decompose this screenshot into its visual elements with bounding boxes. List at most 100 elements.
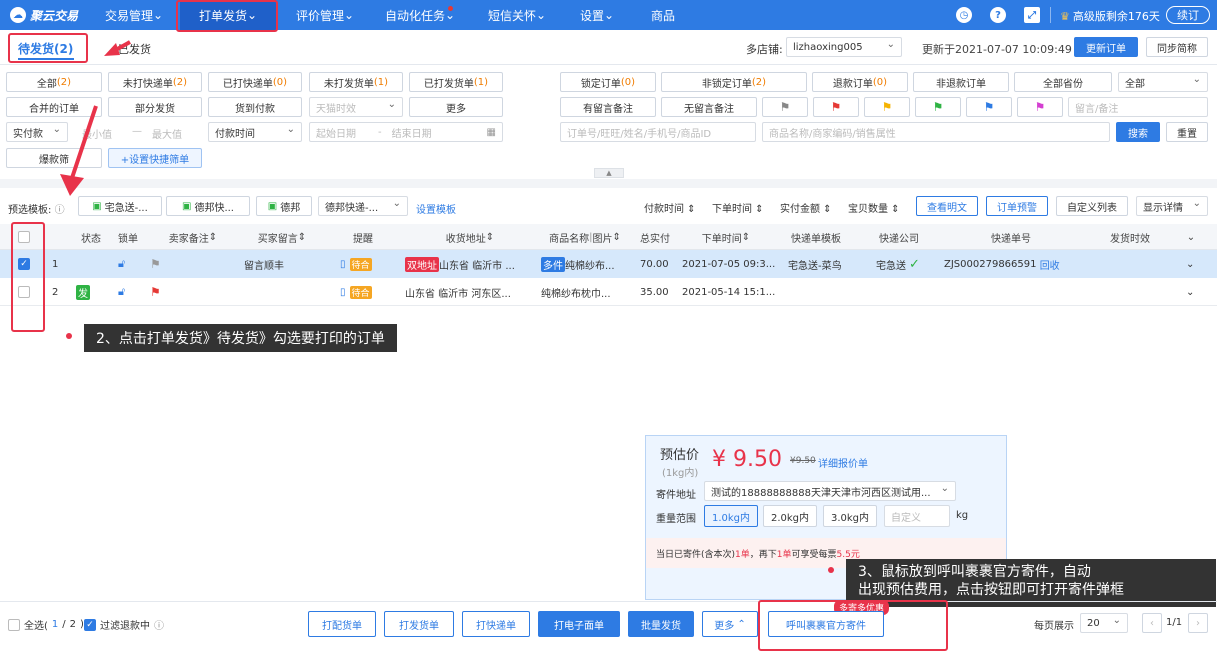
- flag-icon[interactable]: ⚑: [150, 252, 161, 276]
- chevron-down-icon[interactable]: ⌄: [1186, 280, 1194, 304]
- template-select[interactable]: 德邦快递-...: [318, 196, 408, 216]
- filter-unlocked[interactable]: 非锁定订单 (2): [661, 72, 807, 92]
- col-address[interactable]: 收货地址 ⇕: [402, 224, 538, 250]
- filter-has-remark[interactable]: 有留言备注: [560, 97, 656, 117]
- flag-gray[interactable]: ⚑: [762, 97, 808, 117]
- filter-no-remark[interactable]: 无留言备注: [661, 97, 757, 117]
- flag-red[interactable]: ⚑: [813, 97, 859, 117]
- select-all-footer[interactable]: 全选(1/2): [8, 617, 84, 632]
- flag-yellow[interactable]: ⚑: [864, 97, 910, 117]
- nav-sms[interactable]: 短信关怀 ⌄: [480, 0, 554, 30]
- filter-more[interactable]: 更多: [409, 97, 503, 117]
- address-cell: 山东省 临沂市 河东区...: [405, 288, 511, 300]
- table-row[interactable]: 2 发 🔓︎ ⚑ ▯ 待合 山东省 临沂市 河东区... 纯棉纱布枕巾... 35…: [0, 278, 1217, 306]
- sort-amount[interactable]: 实付金额 ⇕: [780, 200, 832, 215]
- collapse-toggle[interactable]: ▲: [594, 168, 624, 178]
- sort-pay-time[interactable]: 付款时间 ⇕: [644, 200, 696, 215]
- filter-unprinted-ship[interactable]: 未打发货单 (1): [309, 72, 403, 92]
- template-debang[interactable]: ▣ 德邦: [256, 196, 312, 216]
- nav-products[interactable]: 商品: [640, 0, 686, 30]
- unlock-icon[interactable]: 🔓︎: [118, 252, 125, 276]
- app-logo[interactable]: ☁ 聚云交易: [10, 6, 78, 24]
- tmall-aging-select[interactable]: 天猫时效: [309, 97, 403, 117]
- weight-2kg[interactable]: 2.0kg内: [763, 505, 817, 527]
- update-orders-button[interactable]: 更新订单: [1074, 37, 1138, 57]
- print-ship-button[interactable]: 打发货单: [384, 611, 454, 637]
- weight-3kg[interactable]: 3.0kg内: [823, 505, 877, 527]
- sort-order-time[interactable]: 下单时间 ⇕: [712, 200, 764, 215]
- quick-filter-button[interactable]: +设置快捷筛单: [108, 148, 202, 168]
- weight-custom-input[interactable]: 自定义: [884, 505, 950, 527]
- express-cell: 宅急送 ✓: [876, 256, 920, 272]
- template-zjs[interactable]: ▣ 宅急送-...: [78, 196, 162, 216]
- filter-cod[interactable]: 货到付款: [208, 97, 302, 117]
- help-icon[interactable]: ?: [990, 7, 1006, 23]
- sender-addr-select[interactable]: 测试的18888888888天津天津市河西区测试用...: [704, 481, 956, 501]
- filter-province[interactable]: 全部省份: [1014, 72, 1112, 92]
- filter-printed-ship[interactable]: 已打发货单 (1): [409, 72, 503, 92]
- flag-icon[interactable]: ⚑: [150, 280, 161, 304]
- flag-blue[interactable]: ⚑: [966, 97, 1012, 117]
- fullscreen-icon[interactable]: ⤢: [1024, 7, 1040, 23]
- filter-locked[interactable]: 锁定订单 (0): [560, 72, 656, 92]
- view-plaintext-button[interactable]: 查看明文: [916, 196, 978, 216]
- remark-input[interactable]: 留言/备注: [1068, 97, 1208, 117]
- price-detail-link[interactable]: 详细报价单: [818, 455, 868, 470]
- order-warning-button[interactable]: 订单预警: [986, 196, 1048, 216]
- col-seller-note[interactable]: 卖家备注 ⇕: [146, 224, 240, 250]
- clock-icon[interactable]: ◷: [956, 7, 972, 23]
- renew-button[interactable]: 续订: [1166, 6, 1210, 24]
- prev-page-button[interactable]: ‹: [1142, 613, 1162, 633]
- batch-ship-button[interactable]: 批量发货: [628, 611, 694, 637]
- unlock-icon[interactable]: 🔓︎: [118, 280, 125, 304]
- estimate-unit: (1kg内): [662, 468, 699, 479]
- per-page-select[interactable]: 20: [1080, 613, 1128, 633]
- store-select[interactable]: lizhaoxing005: [786, 37, 902, 57]
- print-picklist-button[interactable]: 打配货单: [308, 611, 376, 637]
- nav-trade[interactable]: 交易管理 ⌄: [98, 0, 170, 30]
- print-eface-button[interactable]: 打电子面单: [538, 611, 620, 637]
- nav-automation[interactable]: 自动化任务 ⌄: [378, 0, 462, 30]
- pay-time-select[interactable]: 付款时间: [208, 122, 302, 142]
- goods-search-input[interactable]: 商品名称/商家编码/销售属性: [762, 122, 1110, 142]
- filter-non-refund[interactable]: 非退款订单: [913, 72, 1009, 92]
- filter-partial[interactable]: 部分发货: [108, 97, 202, 117]
- next-page-button[interactable]: ›: [1188, 613, 1208, 633]
- weight-1kg[interactable]: 1.0kg内: [704, 505, 758, 527]
- filter-refund[interactable]: 退款订单 (0): [812, 72, 908, 92]
- search-button[interactable]: 搜索: [1116, 122, 1160, 142]
- col-goods[interactable]: 商品名称 | 图片 ⇕: [538, 224, 632, 250]
- sync-abbr-button[interactable]: 同步简称: [1146, 37, 1208, 57]
- flag-icon: ⚑: [983, 100, 995, 114]
- filter-all-select[interactable]: 全部: [1118, 72, 1208, 92]
- sort-quantity[interactable]: 宝贝数量 ⇕: [848, 200, 900, 215]
- filter-all[interactable]: 全部 (2): [6, 72, 102, 92]
- date-range[interactable]: 起始日期 - 结束日期 ▦: [309, 122, 503, 142]
- version-status: ♛ 高级版剩余176天: [1060, 9, 1160, 24]
- custom-columns-button[interactable]: 自定义列表: [1056, 196, 1128, 216]
- template-debang-express[interactable]: ▣ 德邦快...: [166, 196, 250, 216]
- nav-reviews[interactable]: 评价管理 ⌄: [288, 0, 362, 30]
- flag-purple[interactable]: ⚑: [1017, 97, 1063, 117]
- filter-unprinted-express[interactable]: 未打快递单 (2): [108, 72, 202, 92]
- recall-link[interactable]: 回收: [1040, 257, 1060, 272]
- col-total[interactable]: 总实付: [632, 224, 678, 250]
- more-button[interactable]: 更多 ⌃: [702, 611, 758, 637]
- flag-green[interactable]: ⚑: [915, 97, 961, 117]
- show-detail-select[interactable]: 显示详情: [1136, 196, 1208, 216]
- order-search-input[interactable]: 订单号/旺旺/姓名/手机号/商品ID: [560, 122, 756, 142]
- col-order-time[interactable]: 下单时间 ⇕: [678, 224, 774, 250]
- col-buyer-msg[interactable]: 买家留言 ⇕: [240, 224, 324, 250]
- filter-refund-checkbox[interactable]: ✓ 过滤退款中 ⓘ: [84, 617, 164, 632]
- print-express-button[interactable]: 打快递单: [462, 611, 530, 637]
- set-template-link[interactable]: 设置模板: [416, 201, 456, 216]
- arrow-annotation: [46, 100, 106, 203]
- reset-button[interactable]: 重置: [1166, 122, 1208, 142]
- tab-pending[interactable]: 待发货(2): [18, 40, 73, 57]
- table-row[interactable]: ✓ 1 🔓︎ ⚑ 留言顺丰 ▯ 待合 双地址 山东省 临沂市 ... 多件 纯棉纱布.…: [0, 250, 1217, 278]
- max-input[interactable]: 最大值: [152, 126, 182, 141]
- chevron-down-icon[interactable]: ⌄: [1186, 252, 1194, 276]
- filter-printed-express[interactable]: 已打快递单 (0): [208, 72, 302, 92]
- chevron-down-icon[interactable]: ⌄: [1178, 224, 1204, 250]
- nav-settings[interactable]: 设置 ⌄: [572, 0, 622, 30]
